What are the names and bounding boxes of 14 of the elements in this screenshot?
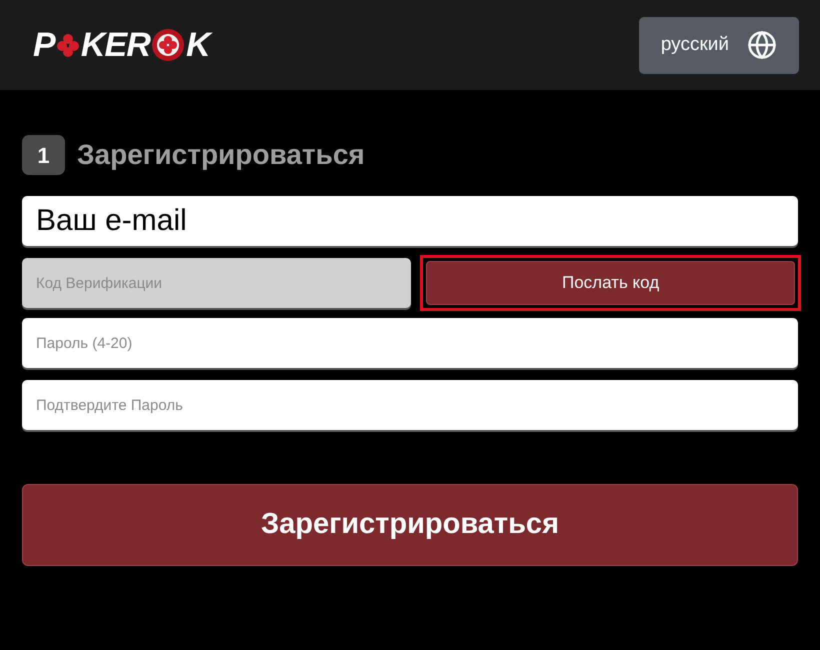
- language-button[interactable]: русский: [638, 16, 799, 74]
- logo-text: KER: [80, 24, 150, 66]
- confirm-password-field[interactable]: Подтвердите Пароль: [22, 380, 798, 430]
- email-field[interactable]: Ваш e-mail: [22, 196, 798, 246]
- club-icon: [56, 33, 80, 57]
- step-number: 1: [22, 135, 65, 175]
- register-button[interactable]: Зарегистрироваться: [22, 484, 798, 566]
- globe-icon: [747, 30, 777, 60]
- password-field[interactable]: Пароль (4-20): [22, 318, 798, 368]
- logo-text: P: [33, 24, 55, 66]
- chip-icon: [151, 28, 186, 62]
- send-code-button[interactable]: Послать код: [426, 261, 795, 305]
- form-title: Зарегистрироваться: [77, 138, 365, 172]
- logo-text: K: [186, 20, 210, 70]
